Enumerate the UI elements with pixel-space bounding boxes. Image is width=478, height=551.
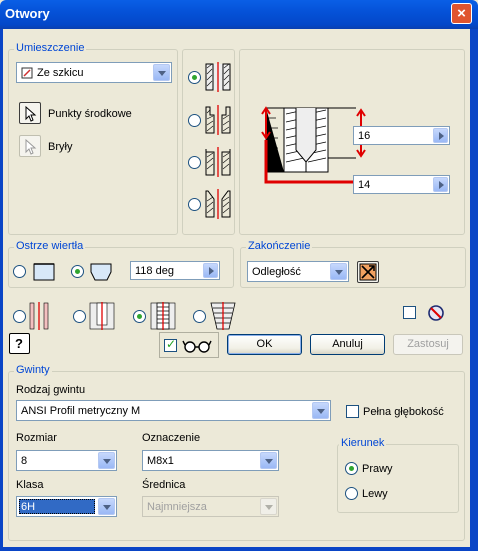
full-depth-label: Pełna głębokość: [363, 406, 444, 418]
placement-source-combo[interactable]: Ze szkicu: [16, 62, 172, 83]
drill-point-angled-radio[interactable]: [71, 265, 84, 278]
chevron-right-icon[interactable]: [203, 263, 218, 278]
thread-type-combo[interactable]: ANSI Profil metryczny M: [16, 400, 331, 421]
drill-angle-value: 118 deg: [135, 265, 174, 277]
flip-direction-icon: [359, 263, 377, 281]
direction-left-label: Lewy: [362, 488, 388, 500]
cursor-arrow-icon: [25, 139, 37, 155]
depth-input[interactable]: 16: [353, 126, 450, 145]
termination-group-label: Zakończenie: [246, 240, 313, 252]
thread-type-taper-radio[interactable]: [193, 310, 206, 323]
apply-button: Zastosuj: [393, 334, 463, 355]
ok-button[interactable]: OK: [227, 334, 302, 355]
chevron-down-icon[interactable]: [98, 498, 115, 515]
depth-value: 16: [358, 130, 371, 142]
designation-value: M8x1: [147, 455, 174, 467]
drill-point-flat-radio[interactable]: [13, 265, 26, 278]
direction-left-radio[interactable]: [345, 487, 358, 500]
thread-type-value: ANSI Profil metryczny M: [21, 405, 141, 417]
cancel-button[interactable]: Anuluj: [310, 334, 385, 355]
thread-type-clearance-radio[interactable]: [73, 310, 86, 323]
class-label: Klasa: [16, 479, 44, 491]
designation-combo[interactable]: M8x1: [142, 450, 279, 471]
title-bar: Otwory ×: [0, 0, 478, 29]
center-points-button[interactable]: [19, 102, 41, 124]
hole-type-countersink-radio[interactable]: [188, 198, 201, 211]
drill-angle-input[interactable]: 118 deg: [130, 261, 220, 280]
diameter-combo: Najmniejsza: [142, 496, 279, 517]
counterbore-hole-icon: [205, 105, 231, 135]
solids-label: Bryły: [48, 141, 73, 153]
class-combo[interactable]: 6H: [16, 496, 117, 517]
solids-button[interactable]: [19, 135, 41, 157]
spotface-hole-icon: [205, 147, 231, 177]
countersink-hole-icon: [205, 189, 231, 219]
window-frame-right: [470, 29, 478, 551]
preview-toggle[interactable]: [159, 332, 219, 358]
size-label: Rozmiar: [16, 432, 57, 444]
thread-type-simple-radio[interactable]: [13, 310, 26, 323]
chevron-down-icon[interactable]: [330, 263, 347, 280]
designation-label: Oznaczenie: [142, 432, 201, 444]
sketch-icon: [21, 67, 33, 79]
chevron-down-icon[interactable]: [312, 402, 329, 419]
hole-type-spotface-radio[interactable]: [188, 156, 201, 169]
length-input[interactable]: 14: [353, 175, 450, 194]
cursor-arrow-icon: [25, 106, 37, 122]
threads-group-label: Gwinty: [14, 364, 52, 376]
drilled-hole-icon: [205, 62, 231, 92]
class-value: 6H: [21, 501, 36, 513]
flip-direction-button[interactable]: [357, 261, 379, 283]
help-button[interactable]: ?: [9, 333, 30, 354]
chevron-down-icon[interactable]: [98, 452, 115, 469]
drill-point-group-label: Ostrze wiertła: [14, 240, 86, 252]
glasses-icon: [182, 340, 212, 353]
placement-group-label: Umieszczenie: [14, 42, 87, 54]
thread-type-label: Rodzaj gwintu: [16, 384, 86, 396]
window-title: Otwory: [5, 6, 50, 21]
close-button[interactable]: ×: [451, 3, 472, 24]
angled-drill-point-icon: [90, 263, 112, 281]
hole-type-drilled-radio[interactable]: [188, 71, 201, 84]
chevron-right-icon[interactable]: [433, 128, 448, 143]
direction-right-label: Prawy: [362, 463, 393, 475]
chevron-down-icon[interactable]: [153, 64, 170, 81]
taper-tapped-hole-icon: [210, 302, 236, 330]
chevron-down-icon: [260, 498, 277, 515]
placement-source-value: Ze szkicu: [37, 67, 84, 79]
direction-right-radio[interactable]: [345, 462, 358, 475]
hole-type-counterbore-radio[interactable]: [188, 114, 201, 127]
center-points-label: Punkty środkowe: [48, 108, 132, 120]
simple-hole-icon: [29, 302, 49, 330]
clearance-hole-icon: [89, 302, 115, 330]
length-value: 14: [358, 179, 371, 191]
window-frame-bottom: [0, 547, 478, 551]
size-combo[interactable]: 8: [16, 450, 117, 471]
full-depth-checkbox[interactable]: [346, 405, 359, 418]
help-icon: ?: [15, 336, 23, 351]
diameter-value: Najmniejsza: [147, 501, 207, 513]
tapped-hole-icon: [150, 302, 176, 330]
direction-group-label: Kierunek: [339, 437, 387, 449]
diameter-label: Średnica: [142, 479, 186, 491]
termination-combo[interactable]: Odległość: [247, 261, 349, 282]
option-checkbox[interactable]: [403, 306, 416, 319]
thread-type-tapped-radio[interactable]: [133, 310, 146, 323]
flat-drill-point-icon: [33, 263, 55, 281]
no-symbol-icon[interactable]: [427, 304, 445, 322]
direction-group: [337, 444, 459, 513]
chevron-down-icon[interactable]: [260, 452, 277, 469]
close-icon: ×: [457, 5, 466, 22]
termination-value: Odległość: [252, 266, 301, 278]
chevron-right-icon[interactable]: [433, 177, 448, 192]
size-value: 8: [21, 455, 28, 467]
window-frame-left: [0, 29, 3, 551]
preview-checkbox[interactable]: [164, 337, 177, 352]
